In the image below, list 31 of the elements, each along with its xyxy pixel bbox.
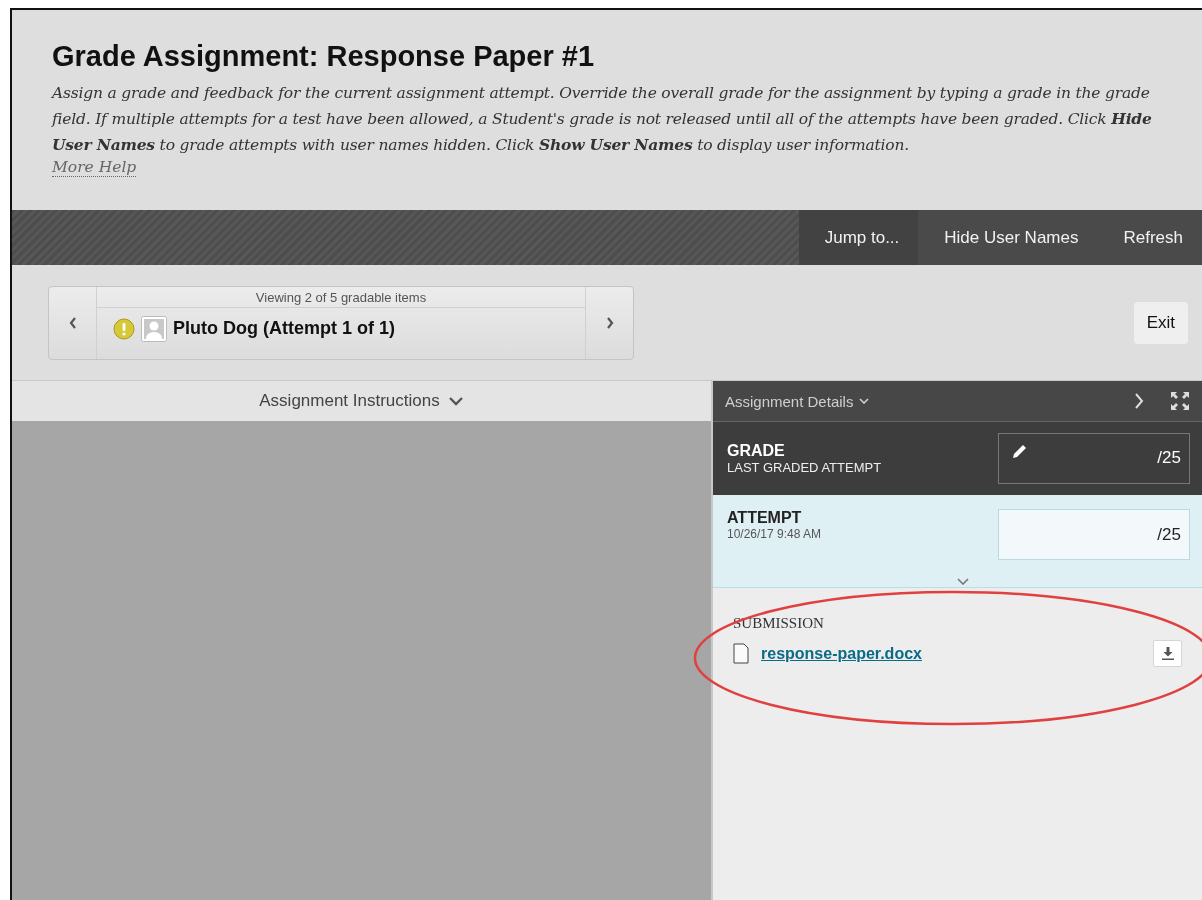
grade-sublabel: LAST GRADED ATTEMPT <box>727 459 882 475</box>
download-button[interactable] <box>1153 640 1182 667</box>
attempt-grade-field[interactable]: /25 <box>998 509 1190 560</box>
download-icon <box>1161 647 1174 660</box>
page-title: Grade Assignment: Response Paper #1 <box>52 40 596 73</box>
chevron-down-icon[interactable] <box>957 578 969 585</box>
user-avatar-icon <box>141 315 167 342</box>
expand-icon[interactable] <box>1170 391 1190 411</box>
chevron-right-icon <box>605 316 614 329</box>
details-dropdown[interactable]: Assignment Details <box>725 392 870 410</box>
grade-label: GRADE <box>727 441 786 460</box>
document-icon <box>733 643 749 664</box>
toolbar-button[interactable]: Hide User Names <box>918 210 1098 265</box>
chevron-down-icon <box>859 398 870 404</box>
chevron-down-icon <box>447 396 464 406</box>
more-help-link[interactable]: More Help <box>52 158 137 177</box>
file-link[interactable]: response-paper.docx <box>761 644 922 663</box>
attempt-label: ATTEMPT <box>727 509 803 527</box>
toolbar-button[interactable]: Refresh <box>1097 210 1202 265</box>
chevron-left-icon <box>68 316 77 329</box>
exit-button[interactable]: Exit <box>1133 301 1188 344</box>
attempt-date: 10/26/17 9:48 AM <box>727 527 822 541</box>
chevron-right-icon[interactable] <box>1134 393 1144 409</box>
pencil-icon <box>1011 443 1027 460</box>
submission-label: SUBMISSION <box>733 615 824 631</box>
grade-field[interactable]: /25 <box>998 432 1190 484</box>
instructions-tab[interactable]: Assignment Instructions <box>12 381 711 421</box>
toolbar-button[interactable]: Jump to... <box>798 210 919 265</box>
item-counter: Viewing 2 of 5 gradable items <box>97 286 585 308</box>
student-name: Pluto Dog (Attempt 1 of 1) <box>173 318 395 339</box>
page-description: Assign a grade and feedback for the current assignment attempt. Override the overall grade for the assignment by typing a grade in the grade field. If multiple attempts for a test have been allowed, a Student's grade is not released until all of the attempts have been graded. Click Hide User Names to grade attempts with user names hidden. Click Show User Names to display user information. <box>52 83 1153 156</box>
